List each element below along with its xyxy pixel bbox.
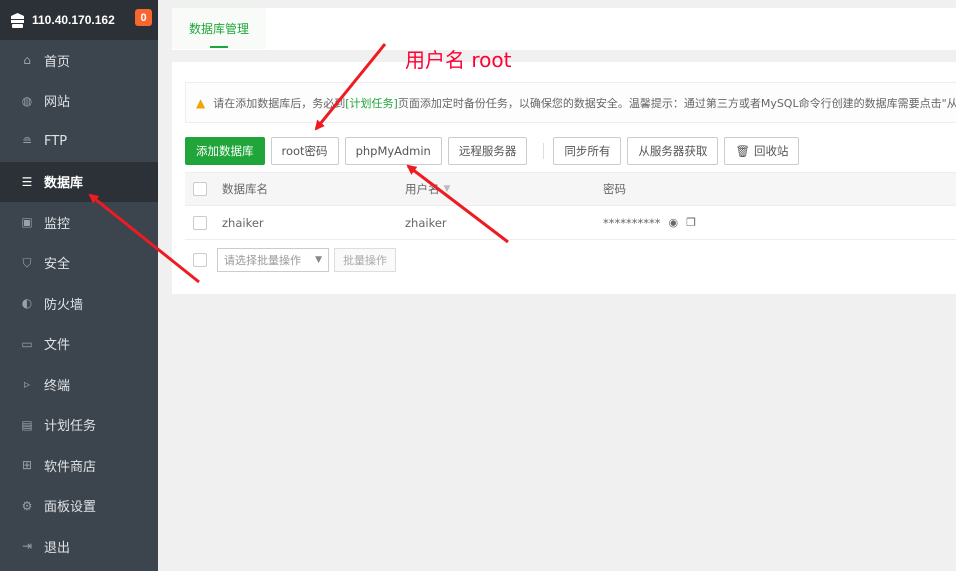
sidebar-item-cron[interactable]: ▤ 计划任务 bbox=[0, 405, 158, 446]
row-username: zhaiker bbox=[405, 215, 447, 230]
database-panel: ▲ 请在添加数据库后，务必到 [计划任务] 页面添加定时备份任务，以确保您的数据安全… bbox=[172, 62, 956, 294]
annotation-text: 用户名 root bbox=[405, 48, 512, 72]
row-select-cell bbox=[193, 206, 207, 239]
ftp-icon: ≘ bbox=[21, 134, 33, 149]
fetch-from-server-button[interactable]: 从服务器获取 bbox=[627, 137, 719, 165]
header-username-label: 用户名 bbox=[405, 182, 440, 196]
phpmyadmin-button[interactable]: phpMyAdmin bbox=[344, 137, 442, 165]
eye-icon[interactable]: ◉ bbox=[669, 216, 679, 229]
sidebar-item-database[interactable]: ☰ 数据库 bbox=[0, 161, 158, 202]
calendar-icon: ▤ bbox=[21, 417, 33, 432]
panel-logo-icon bbox=[10, 12, 24, 28]
sidebar-item-ftp[interactable]: ≘ FTP bbox=[0, 121, 158, 162]
database-icon: ☰ bbox=[21, 174, 33, 189]
header-username[interactable]: 用户名 ▼ bbox=[405, 173, 450, 205]
sort-icon: ▼ bbox=[443, 184, 451, 194]
sidebar-item-terminal[interactable]: ▹ 终端 bbox=[0, 364, 158, 405]
sidebar-item-label: 面板设置 bbox=[44, 500, 97, 516]
sidebar-item-home[interactable]: ⌂ 首页 bbox=[0, 40, 158, 81]
sidebar-item-logout[interactable]: ⇥ 退出 bbox=[0, 526, 158, 567]
tab-database-management[interactable]: 数据库管理 bbox=[172, 8, 266, 49]
sidebar: 110.40.170.162 0 ⌂ 首页 ◍ 网站 ≘ FTP ☰ 数据库 ▣ 监控 ⛉… bbox=[0, 0, 158, 571]
sidebar-item-label: 数据库 bbox=[44, 176, 84, 192]
monitor-icon: ▣ bbox=[21, 215, 33, 230]
root-password-button[interactable]: root密码 bbox=[270, 137, 339, 165]
sidebar-item-label: 网站 bbox=[44, 95, 71, 111]
table-header: 数据库名 用户名 ▼ 密码 bbox=[185, 172, 956, 206]
toolbar-divider bbox=[543, 143, 545, 159]
password-mask: ********** bbox=[603, 215, 661, 230]
cron-task-link[interactable]: [计划任务] bbox=[345, 95, 398, 111]
add-database-button[interactable]: 添加数据库 bbox=[185, 137, 265, 165]
gear-icon: ⚙ bbox=[21, 498, 33, 513]
header-db-name[interactable]: 数据库名 bbox=[222, 173, 268, 205]
row-db-name: zhaiker bbox=[222, 215, 264, 230]
row-checkbox[interactable] bbox=[193, 215, 207, 230]
sidebar-item-label: 终端 bbox=[44, 378, 71, 394]
globe-icon: ◍ bbox=[21, 93, 33, 108]
batch-select-placeholder: 请选择批量操作 bbox=[224, 254, 301, 267]
recycle-bin-button[interactable]: 🗑 回收站 bbox=[724, 137, 800, 165]
row-password: ********** ◉ ❐ bbox=[603, 206, 696, 239]
header-password: 密码 bbox=[603, 182, 626, 196]
sidebar-item-label: 计划任务 bbox=[44, 419, 97, 435]
table-row: zhaiker zhaiker ********** ◉ ❐ bbox=[185, 206, 956, 240]
sidebar-item-security[interactable]: ⛉ 安全 bbox=[0, 243, 158, 284]
logout-icon: ⇥ bbox=[21, 539, 33, 554]
folder-icon: ▭ bbox=[21, 336, 33, 351]
notification-badge[interactable]: 0 bbox=[135, 9, 152, 26]
sidebar-item-label: 首页 bbox=[44, 54, 71, 70]
sidebar-nav: ⌂ 首页 ◍ 网站 ≘ FTP ☰ 数据库 ▣ 监控 ⛉ 安全 ◐ 防火墙 ▭ 文件 ▹ 终端 ▤… bbox=[0, 40, 158, 567]
firewall-icon: ◐ bbox=[21, 296, 33, 311]
server-ip[interactable]: 110.40.170.162 bbox=[32, 13, 115, 27]
warning-icon: ▲ bbox=[196, 95, 206, 110]
select-all-cell bbox=[193, 173, 207, 205]
tab-active-indicator bbox=[210, 46, 228, 48]
sidebar-item-label: 监控 bbox=[44, 216, 71, 232]
alert-text-before: 请在添加数据库后，务必到 bbox=[213, 96, 346, 110]
sidebar-item-label: 文件 bbox=[44, 338, 71, 354]
home-icon: ⌂ bbox=[23, 53, 31, 68]
sidebar-item-label: 软件商店 bbox=[44, 459, 97, 475]
select-all-checkbox[interactable] bbox=[193, 182, 207, 196]
toolbar: 添加数据库 root密码 phpMyAdmin 远程服务器 同步所有 从服务器获… bbox=[185, 137, 805, 165]
batch-operations: 请选择批量操作 ▼ 批量操作 bbox=[185, 248, 396, 272]
remote-server-button[interactable]: 远程服务器 bbox=[447, 137, 528, 165]
sidebar-item-label: 防火墙 bbox=[44, 297, 84, 313]
batch-action-select[interactable]: 请选择批量操作 ▼ bbox=[217, 248, 329, 272]
batch-select-checkbox[interactable] bbox=[193, 253, 207, 267]
sidebar-item-firewall[interactable]: ◐ 防火墙 bbox=[0, 283, 158, 324]
sidebar-item-label: 退出 bbox=[44, 540, 71, 556]
alert-text-after: 页面添加定时备份任务，以确保您的数据安全。温馨提示：通过第三方或者MySQL命令… bbox=[397, 96, 956, 110]
trash-icon: 🗑 bbox=[735, 144, 750, 158]
database-table: 数据库名 用户名 ▼ 密码 zhaiker zhaiker ********** … bbox=[185, 172, 956, 240]
backup-tip-alert: ▲ 请在添加数据库后，务必到 [计划任务] 页面添加定时备份任务，以确保您的数据安全… bbox=[185, 82, 956, 123]
sidebar-item-label: FTP bbox=[44, 133, 68, 149]
sidebar-item-website[interactable]: ◍ 网站 bbox=[0, 81, 158, 122]
chevron-down-icon: ▼ bbox=[315, 255, 322, 265]
tab-label: 数据库管理 bbox=[188, 22, 249, 36]
apps-icon: ⊞ bbox=[21, 458, 33, 473]
batch-action-button[interactable]: 批量操作 bbox=[334, 248, 396, 272]
terminal-icon: ▹ bbox=[23, 377, 31, 392]
recycle-bin-label: 回收站 bbox=[753, 144, 789, 158]
copy-icon[interactable]: ❐ bbox=[686, 216, 696, 229]
sidebar-item-files[interactable]: ▭ 文件 bbox=[0, 324, 158, 365]
sidebar-item-monitor[interactable]: ▣ 监控 bbox=[0, 202, 158, 243]
sidebar-item-app-store[interactable]: ⊞ 软件商店 bbox=[0, 445, 158, 486]
shield-icon: ⛉ bbox=[22, 255, 32, 270]
sidebar-item-settings[interactable]: ⚙ 面板设置 bbox=[0, 486, 158, 527]
sync-all-button[interactable]: 同步所有 bbox=[553, 137, 622, 165]
sidebar-item-label: 安全 bbox=[44, 257, 71, 273]
tab-bar: 数据库管理 bbox=[172, 8, 956, 50]
